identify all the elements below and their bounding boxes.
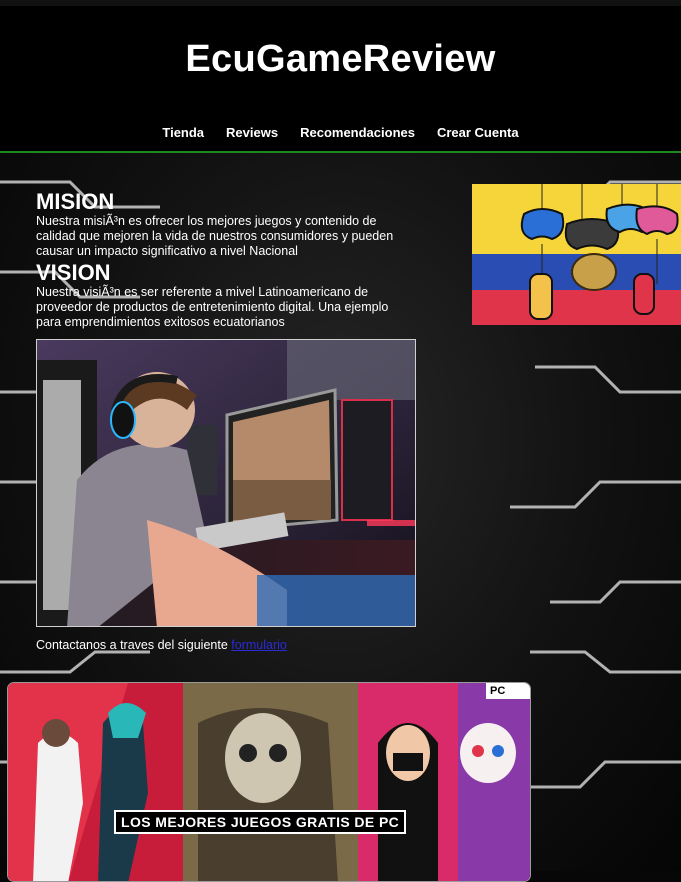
nav-item-crear-cuenta[interactable]: Crear Cuenta <box>436 125 520 140</box>
vision-heading: VISION <box>36 260 111 285</box>
nav-item-reviews[interactable]: Reviews <box>225 125 279 140</box>
mission-text: Nuestra misiÃ³n es ofrecer los mejores j… <box>36 214 394 258</box>
free-pc-games-banner[interactable]: PC LOS MEJORES JUEGOS GRATIS DE PC <box>7 682 531 882</box>
nav-item-recomendaciones[interactable]: Recomendaciones <box>299 125 416 140</box>
contact-text: Contactanos a traves del siguiente <box>36 638 228 652</box>
main-nav: Tienda Reviews Recomendaciones Crear Cue… <box>0 113 681 153</box>
contact-line: Contactanos a traves del siguiente formu… <box>36 638 287 652</box>
vision-text: Nuestra visiÃ³n es ser referente a mivel… <box>36 285 389 329</box>
mission-heading: MISION <box>36 189 115 214</box>
banner-caption: LOS MEJORES JUEGOS GRATIS DE PC <box>114 810 407 834</box>
site-title: EcuGameReview <box>185 38 496 80</box>
ecuador-flag-controllers-image <box>472 184 681 325</box>
contact-form-link[interactable]: formulario <box>231 638 287 652</box>
gamer-photo <box>36 339 416 627</box>
site-header: EcuGameReview <box>0 0 681 114</box>
header-top-strip <box>0 0 681 6</box>
about-section: MISION Nuestra misiÃ³n es ofrecer los me… <box>36 190 416 332</box>
pc-corner-badge: PC <box>490 685 506 697</box>
nav-item-tienda[interactable]: Tienda <box>161 125 205 140</box>
